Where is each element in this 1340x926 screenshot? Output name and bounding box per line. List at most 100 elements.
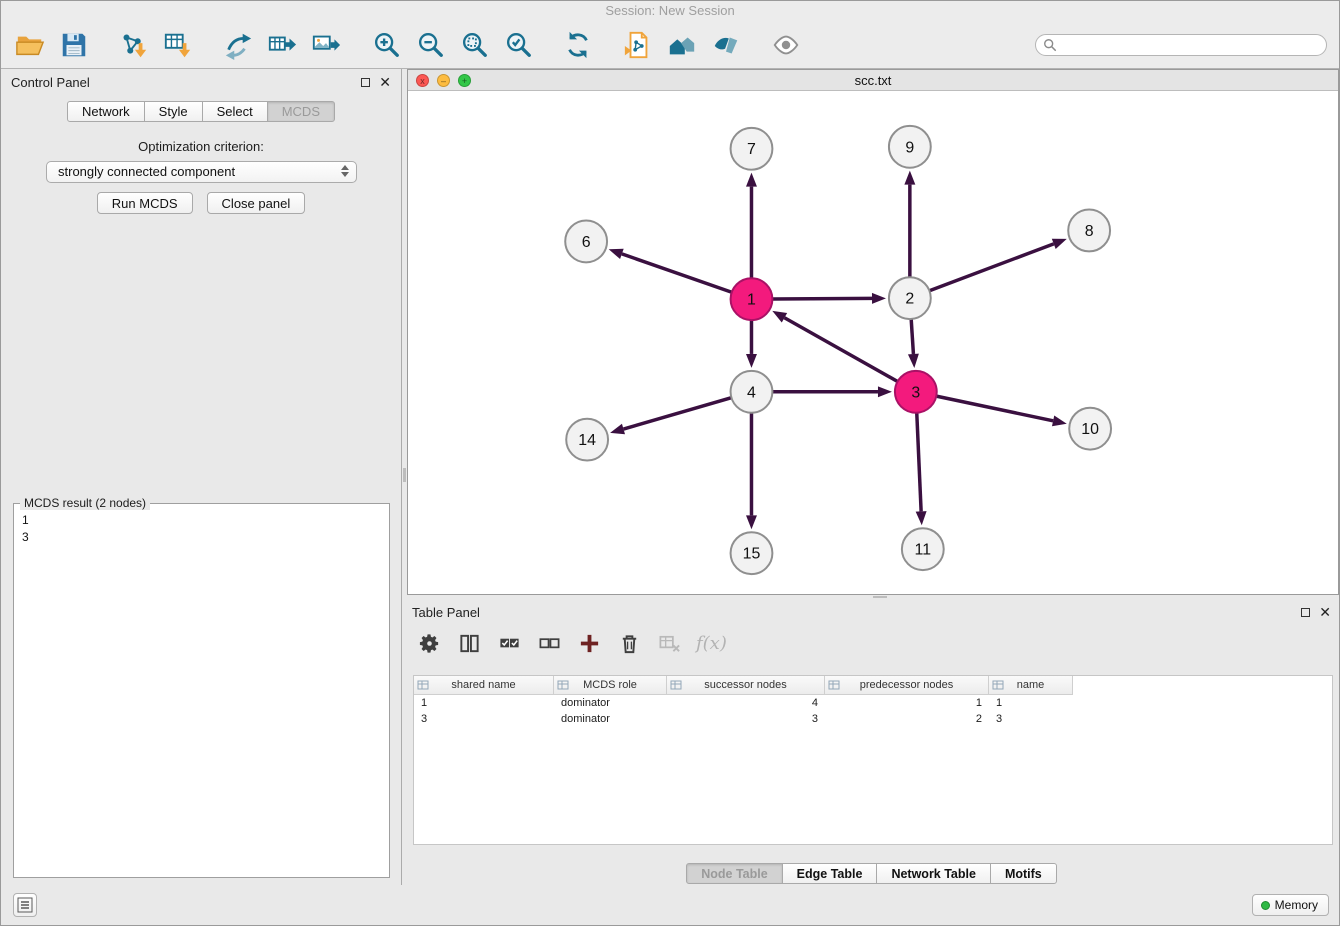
table-row[interactable]: 3dominator323 <box>414 711 1332 727</box>
graph-edge-2-3[interactable] <box>908 319 919 368</box>
graph-node-1[interactable]: 1 <box>731 278 773 320</box>
graph-node-14[interactable]: 14 <box>566 419 608 461</box>
network-canvas[interactable]: 7 9 6 8 1 2 4 3 14 10 15 11 <box>408 91 1338 594</box>
control-panel-header: Control Panel ✕ <box>1 69 401 95</box>
vertical-splitter-grip[interactable] <box>403 468 406 482</box>
close-panel-icon[interactable]: ✕ <box>379 76 391 88</box>
graph-edge-1-7[interactable] <box>746 173 757 279</box>
tab-node-table[interactable]: Node Table <box>686 863 782 884</box>
export-network-button[interactable] <box>221 28 255 62</box>
graph-edge-3-10[interactable] <box>936 396 1066 426</box>
add-row-button[interactable] <box>576 630 603 657</box>
column-header-shared-name[interactable]: shared name <box>414 676 554 695</box>
open-file-button[interactable] <box>13 28 47 62</box>
refresh-button[interactable] <box>561 28 595 62</box>
task-history-button[interactable] <box>13 893 37 917</box>
float-panel-icon[interactable] <box>361 78 370 87</box>
graphics-details-button[interactable] <box>709 28 743 62</box>
graph-node-4[interactable]: 4 <box>731 371 773 413</box>
tab-network[interactable]: Network <box>67 101 145 122</box>
table-cell[interactable]: 2 <box>825 711 989 727</box>
column-type-icon <box>828 679 840 691</box>
deselect-all-button[interactable] <box>536 630 563 657</box>
run-mcds-button[interactable]: Run MCDS <box>97 192 193 214</box>
toolbar-group <box>117 28 195 62</box>
column-type-icon <box>670 679 682 691</box>
zoom-selected-button[interactable] <box>501 28 535 62</box>
table-cell[interactable]: 1 <box>825 695 989 711</box>
column-header-MCDS-role[interactable]: MCDS role <box>554 676 667 695</box>
mcds-action-buttons: Run MCDS Close panel <box>1 192 401 214</box>
column-header-predecessor-nodes[interactable]: predecessor nodes <box>825 676 989 695</box>
zoom-out-icon <box>415 30 445 60</box>
column-header-name[interactable]: name <box>989 676 1073 695</box>
float-table-panel-icon[interactable] <box>1301 608 1310 617</box>
graph-edge-1-4[interactable] <box>746 320 757 368</box>
zoom-in-button[interactable] <box>369 28 403 62</box>
graph-node-8[interactable]: 8 <box>1068 210 1110 252</box>
column-header-successor-nodes[interactable]: successor nodes <box>667 676 825 695</box>
graphics-details-icon <box>711 30 741 60</box>
import-network-button[interactable] <box>117 28 151 62</box>
node-label: 10 <box>1081 421 1099 438</box>
graph-node-9[interactable]: 9 <box>889 126 931 168</box>
close-panel-button[interactable]: Close panel <box>207 192 306 214</box>
network-document-button[interactable] <box>621 28 655 62</box>
close-table-panel-icon[interactable]: ✕ <box>1319 606 1331 618</box>
graph-node-10[interactable]: 10 <box>1069 408 1111 450</box>
graph-edge-4-3[interactable] <box>772 386 892 397</box>
export-image-button[interactable] <box>309 28 343 62</box>
table-cell[interactable]: 3 <box>414 711 554 727</box>
criterion-dropdown[interactable]: strongly connected component <box>46 161 357 183</box>
table-cell[interactable]: 3 <box>989 711 1073 727</box>
tab-edge-table[interactable]: Edge Table <box>782 863 878 884</box>
tab-motifs[interactable]: Motifs <box>990 863 1057 884</box>
table-cell[interactable]: dominator <box>554 711 667 727</box>
close-window-button[interactable]: x <box>416 74 429 87</box>
delete-row-button[interactable] <box>616 630 643 657</box>
table-cell[interactable]: 1 <box>414 695 554 711</box>
tab-select[interactable]: Select <box>202 101 268 122</box>
graph-node-7[interactable]: 7 <box>731 128 773 170</box>
import-table-button[interactable] <box>161 28 195 62</box>
tab-mcds[interactable]: MCDS <box>267 101 335 122</box>
gear-button[interactable] <box>416 630 443 657</box>
export-table-button[interactable] <box>265 28 299 62</box>
node-label: 9 <box>905 139 914 156</box>
home-button[interactable] <box>665 28 699 62</box>
graph-node-2[interactable]: 2 <box>889 277 931 319</box>
graph-edge-3-11[interactable] <box>916 413 927 526</box>
minimize-window-button[interactable]: – <box>437 74 450 87</box>
save-session-button[interactable] <box>57 28 91 62</box>
toolbar-group <box>13 28 91 62</box>
columns-button[interactable] <box>456 630 483 657</box>
graph-node-6[interactable]: 6 <box>565 220 607 262</box>
zoom-fit-button[interactable] <box>457 28 491 62</box>
memory-button[interactable]: Memory <box>1252 894 1329 916</box>
graph-edge-4-14[interactable] <box>610 398 731 435</box>
graph-edge-4-15[interactable] <box>746 413 757 530</box>
table-cell[interactable]: dominator <box>554 695 667 711</box>
eye-button[interactable] <box>769 28 803 62</box>
graph-node-15[interactable]: 15 <box>731 532 773 574</box>
tab-network-table[interactable]: Network Table <box>876 863 991 884</box>
select-all-button[interactable] <box>496 630 523 657</box>
window-controls: x – + <box>416 74 471 87</box>
table-row[interactable]: 1dominator411 <box>414 695 1332 711</box>
zoom-out-button[interactable] <box>413 28 447 62</box>
horizontal-splitter-grip[interactable] <box>873 596 887 598</box>
tab-style[interactable]: Style <box>144 101 203 122</box>
graph-edge-1-6[interactable] <box>609 249 732 293</box>
graph-edge-2-8[interactable] <box>929 239 1066 291</box>
zoom-window-button[interactable]: + <box>458 74 471 87</box>
table-cell[interactable]: 4 <box>667 695 825 711</box>
table-cell[interactable]: 1 <box>989 695 1073 711</box>
graph-edge-1-2[interactable] <box>772 293 886 304</box>
search-input[interactable] <box>1035 34 1327 56</box>
graph-edge-2-9[interactable] <box>904 171 915 278</box>
graph-node-3[interactable]: 3 <box>895 371 937 413</box>
table-cell[interactable]: 3 <box>667 711 825 727</box>
graph-node-11[interactable]: 11 <box>902 528 944 570</box>
graph-edge-3-1[interactable] <box>772 311 897 382</box>
node-label: 11 <box>915 542 932 559</box>
